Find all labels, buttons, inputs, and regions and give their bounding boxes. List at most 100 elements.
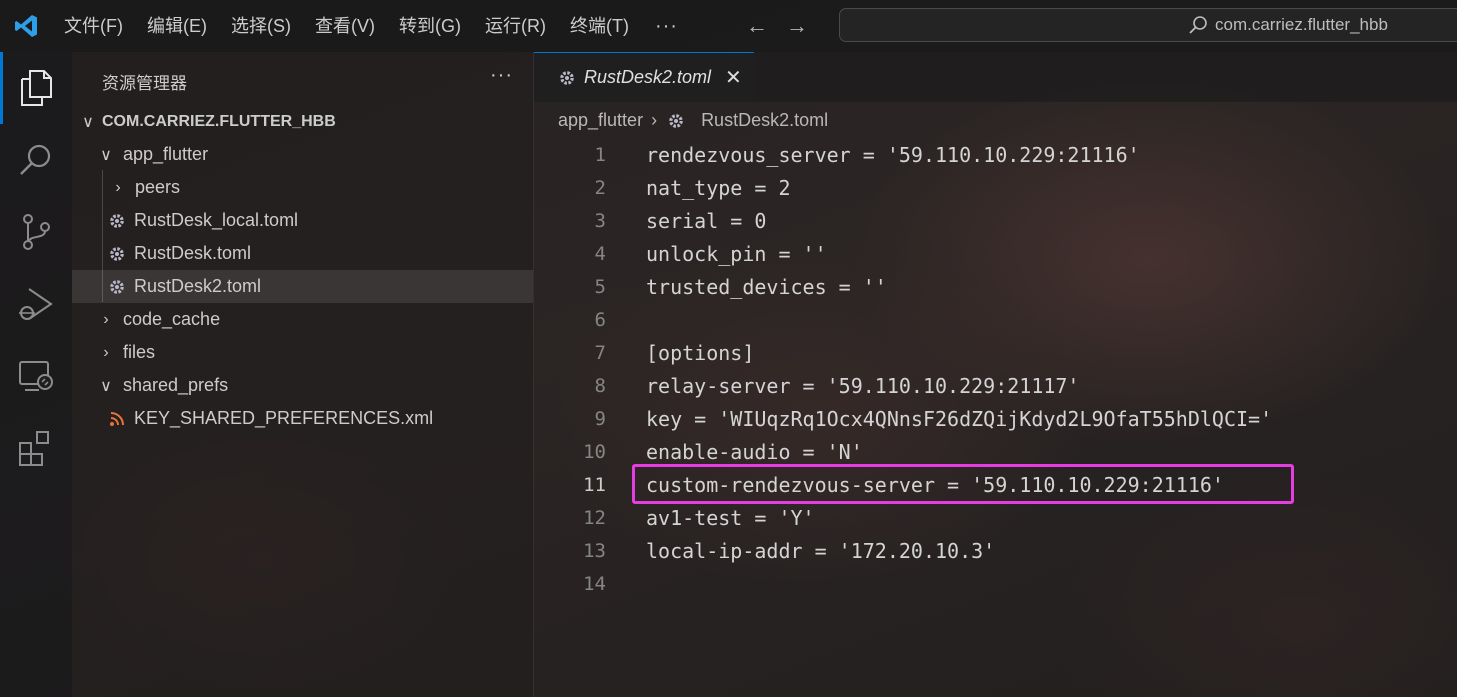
code-line[interactable]: 5 trusted_devices = '' — [534, 270, 887, 303]
chevron-down-icon: ∨ — [100, 377, 112, 395]
annotation-highlight-box — [632, 464, 1294, 504]
search-text: com.carriez.flutter_hbb — [1215, 15, 1388, 34]
file-rustdesk-toml[interactable]: RustDesk.toml — [72, 237, 533, 270]
code-line[interactable]: 2 nat_type = 2 — [534, 171, 791, 204]
forward-arrow-icon[interactable]: → — [786, 13, 808, 39]
folder-files[interactable]: › files — [72, 336, 533, 369]
navigation-arrows: ← → — [746, 13, 808, 39]
root-folder-label: COM.CARRIEZ.FLUTTER_HBB — [102, 112, 336, 130]
code-line[interactable]: 1 rendezvous_server = '59.110.10.229:2111… — [534, 138, 1140, 171]
line-number: 2 — [594, 176, 606, 199]
breadcrumb-file[interactable]: RustDesk2.toml — [701, 110, 828, 131]
command-center-search[interactable]: com.carriez.flutter_hbb — [839, 8, 1457, 42]
tree-item-label: shared_prefs — [123, 375, 229, 395]
line-number: 13 — [583, 539, 606, 562]
code-line[interactable]: 14 — [534, 567, 646, 600]
title-bar: 文件(F) 编辑(E) 选择(S) 查看(V) 转到(G) 运行(R) 终端(T… — [0, 0, 1457, 52]
menu-bar: 文件(F) 编辑(E) 选择(S) 查看(V) 转到(G) 运行(R) 终端(T… — [52, 0, 692, 52]
editor-tab-bar: RustDesk2.toml ✕ — [534, 52, 1457, 102]
code-text: nat_type = 2 — [646, 175, 791, 200]
code-text: relay-server = '59.110.10.229:21117' — [646, 373, 1080, 398]
code-text: av1-test = 'Y' — [646, 505, 815, 530]
code-text: enable-audio = 'N' — [646, 439, 863, 464]
line-number: 11 — [583, 473, 606, 496]
extensions-icon[interactable] — [0, 412, 72, 484]
search-icon[interactable] — [0, 124, 72, 196]
menu-run[interactable]: 运行(R) — [473, 0, 558, 52]
line-number: 3 — [594, 209, 606, 232]
code-line[interactable]: 3 serial = 0 — [534, 204, 767, 237]
tree-item-label: files — [123, 342, 156, 362]
code-text: key = 'WIUqzRq1Ocx4QNnsF26dZQijKdyd2L9Of… — [646, 406, 1273, 431]
chevron-down-icon: ∨ — [100, 146, 112, 164]
explorer-title: 资源管理器 — [102, 74, 187, 93]
line-number: 4 — [594, 242, 606, 265]
chevron-right-icon: › — [651, 110, 658, 130]
menu-terminal[interactable]: 终端(T) — [558, 0, 641, 52]
code-line[interactable]: 6 — [534, 303, 646, 336]
code-line[interactable]: 9 key = 'WIUqzRq1Ocx4QNnsF26dZQijKdyd2L9O… — [534, 402, 1273, 435]
activity-bar — [0, 52, 73, 697]
gear-icon — [556, 69, 578, 87]
line-number: 6 — [594, 308, 606, 331]
explorer-sidebar: 资源管理器 ··· ∨ COM.CARRIEZ.FLUTTER_HBB ∨ ap… — [72, 52, 534, 697]
gear-icon — [106, 212, 128, 230]
explorer-icon[interactable] — [0, 52, 72, 124]
line-number: 5 — [594, 275, 606, 298]
code-line[interactable]: 13 local-ip-addr = '172.20.10.3' — [534, 534, 995, 567]
menu-file[interactable]: 文件(F) — [52, 0, 135, 52]
menu-more-button[interactable]: ··· — [641, 0, 692, 52]
tree-item-label: app_flutter — [123, 144, 209, 164]
tree-item-label: RustDesk_local.toml — [134, 210, 299, 230]
gear-icon — [106, 245, 128, 263]
code-text: rendezvous_server = '59.110.10.229:21116… — [646, 142, 1140, 167]
file-rustdesk2-toml[interactable]: RustDesk2.toml — [72, 270, 533, 303]
tree-item-label: RustDesk.toml — [134, 243, 252, 263]
file-rustdesk-local-toml[interactable]: RustDesk_local.toml — [72, 204, 533, 237]
folder-root[interactable]: ∨ COM.CARRIEZ.FLUTTER_HBB — [72, 105, 533, 138]
code-text: serial = 0 — [646, 208, 767, 233]
tree-item-label: code_cache — [123, 309, 221, 329]
tree-item-label: peers — [135, 177, 181, 197]
rss-icon — [106, 411, 128, 427]
code-text: [options] — [646, 340, 755, 365]
breadcrumb-folder[interactable]: app_flutter — [558, 110, 643, 131]
code-text: trusted_devices = '' — [646, 274, 887, 299]
code-text: unlock_pin = '' — [646, 241, 827, 266]
tree-item-label: RustDesk2.toml — [134, 276, 262, 296]
run-debug-icon[interactable] — [0, 268, 72, 340]
menu-edit[interactable]: 编辑(E) — [135, 0, 219, 52]
folder-peers[interactable]: › peers — [72, 171, 533, 204]
vscode-logo-icon — [0, 0, 52, 52]
line-number: 1 — [594, 143, 606, 166]
tab-rustdesk2-toml[interactable]: RustDesk2.toml ✕ — [534, 52, 754, 102]
line-number: 9 — [594, 407, 606, 430]
menu-view[interactable]: 查看(V) — [303, 0, 387, 52]
code-line[interactable]: 4 unlock_pin = '' — [534, 237, 827, 270]
search-icon — [1189, 16, 1207, 34]
line-number: 7 — [594, 341, 606, 364]
line-number: 8 — [594, 374, 606, 397]
chevron-right-icon: › — [115, 178, 121, 196]
chevron-down-icon: ∨ — [82, 113, 94, 131]
remote-explorer-icon[interactable] — [0, 340, 72, 412]
back-arrow-icon[interactable]: ← — [746, 13, 768, 39]
menu-selection[interactable]: 选择(S) — [219, 0, 303, 52]
code-line[interactable]: 7 [options] — [534, 336, 755, 369]
folder-app-flutter[interactable]: ∨ app_flutter — [72, 138, 533, 171]
tree-item-label: KEY_SHARED_PREFERENCES.xml — [134, 408, 434, 428]
source-control-icon[interactable] — [0, 196, 72, 268]
line-number: 12 — [583, 506, 606, 529]
chevron-right-icon: › — [103, 343, 109, 361]
explorer-more-button[interactable]: ··· — [490, 64, 513, 87]
code-line[interactable]: 8 relay-server = '59.110.10.229:21117' — [534, 369, 1080, 402]
line-number: 10 — [583, 440, 606, 463]
menu-go[interactable]: 转到(G) — [387, 0, 473, 52]
indent-guide — [102, 170, 103, 302]
line-number: 14 — [583, 572, 606, 595]
close-icon[interactable]: ✕ — [725, 65, 742, 90]
code-line[interactable]: 12 av1-test = 'Y' — [534, 501, 815, 534]
file-key-shared-preferences-xml[interactable]: KEY_SHARED_PREFERENCES.xml — [72, 402, 533, 435]
folder-code-cache[interactable]: › code_cache — [72, 303, 533, 336]
folder-shared-prefs[interactable]: ∨ shared_prefs — [72, 369, 533, 402]
